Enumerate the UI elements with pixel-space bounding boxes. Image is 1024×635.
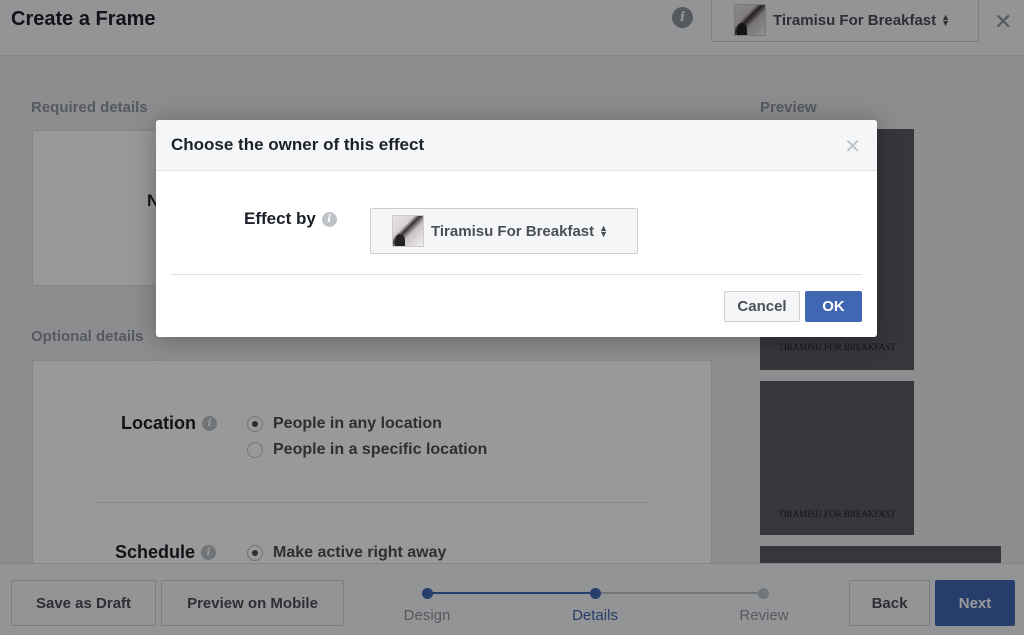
effect-by-value: Tiramisu For Breakfast (431, 222, 595, 240)
cancel-button[interactable]: Cancel (724, 291, 800, 322)
effect-by-label: Effect by i (244, 209, 337, 229)
sort-arrows-icon: ▲ ▼ (599, 223, 609, 239)
effect-by-label-text: Effect by (244, 209, 316, 228)
owner-dialog: Choose the owner of this effect ✕ Effect… (156, 120, 877, 337)
dialog-header: Choose the owner of this effect ✕ (156, 120, 877, 171)
ok-button[interactable]: OK (805, 291, 862, 322)
effect-by-select[interactable]: Tiramisu For Breakfast ▲ ▼ (370, 208, 638, 254)
dialog-divider (171, 274, 862, 275)
close-icon[interactable]: ✕ (844, 134, 861, 159)
avatar (392, 215, 424, 247)
info-icon[interactable]: i (321, 211, 337, 227)
dialog-title: Choose the owner of this effect (171, 135, 425, 154)
